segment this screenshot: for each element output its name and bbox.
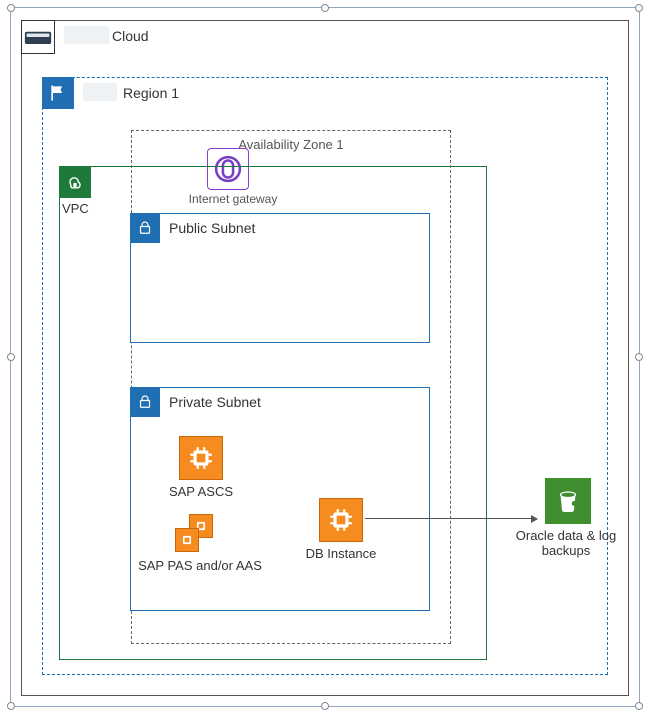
availability-zone-label: Availability Zone 1: [238, 137, 343, 152]
sap-ascs-instance-icon[interactable]: [179, 436, 223, 480]
public-subnet-group[interactable]: Public Subnet: [130, 213, 430, 343]
sap-ascs-label: SAP ASCS: [141, 484, 261, 499]
private-subnet-group[interactable]: Private Subnet SAP ASCS SAP PAS and/or A…: [130, 387, 430, 611]
resize-handle-sw[interactable]: [7, 702, 15, 710]
resize-handle-e[interactable]: [635, 353, 643, 361]
region-label: Region 1: [123, 85, 179, 101]
private-subnet-icon: [130, 387, 160, 417]
resize-handle-nw[interactable]: [7, 4, 15, 12]
resize-handle-se[interactable]: [635, 702, 643, 710]
s3-bucket-label: Oracle data & log backups: [511, 528, 621, 558]
resize-handle-s[interactable]: [321, 702, 329, 710]
cloud-icon: [21, 20, 55, 54]
arrow-db-to-s3: [365, 518, 537, 519]
vpc-group[interactable]: VPC Public Subnet Private Subnet: [59, 166, 487, 660]
resize-handle-n[interactable]: [321, 4, 329, 12]
db-instance-icon[interactable]: [319, 498, 363, 542]
public-subnet-icon: [130, 213, 160, 243]
vpc-icon: [59, 166, 91, 198]
sap-pas-aas-label: SAP PAS and/or AAS: [135, 558, 265, 573]
vpc-label: VPC: [62, 201, 89, 216]
diagram-canvas[interactable]: Cloud Region 1 Availability Zone 1 Inter…: [10, 7, 640, 707]
cloud-label-pad: [64, 26, 109, 44]
cloud-group[interactable]: Cloud Region 1 Availability Zone 1 Inter…: [21, 20, 629, 696]
resize-handle-w[interactable]: [7, 353, 15, 361]
cloud-label: Cloud: [112, 28, 149, 44]
region-group[interactable]: Region 1 Availability Zone 1 Internet ga…: [42, 77, 608, 675]
sap-pas-aas-instance-icon-2[interactable]: [175, 528, 199, 552]
db-instance-label: DB Instance: [281, 546, 401, 561]
s3-bucket-icon[interactable]: [545, 478, 591, 524]
region-icon: [42, 77, 74, 109]
region-label-pad: [83, 83, 117, 101]
public-subnet-label: Public Subnet: [169, 220, 255, 236]
private-subnet-label: Private Subnet: [169, 394, 261, 410]
resize-handle-ne[interactable]: [635, 4, 643, 12]
